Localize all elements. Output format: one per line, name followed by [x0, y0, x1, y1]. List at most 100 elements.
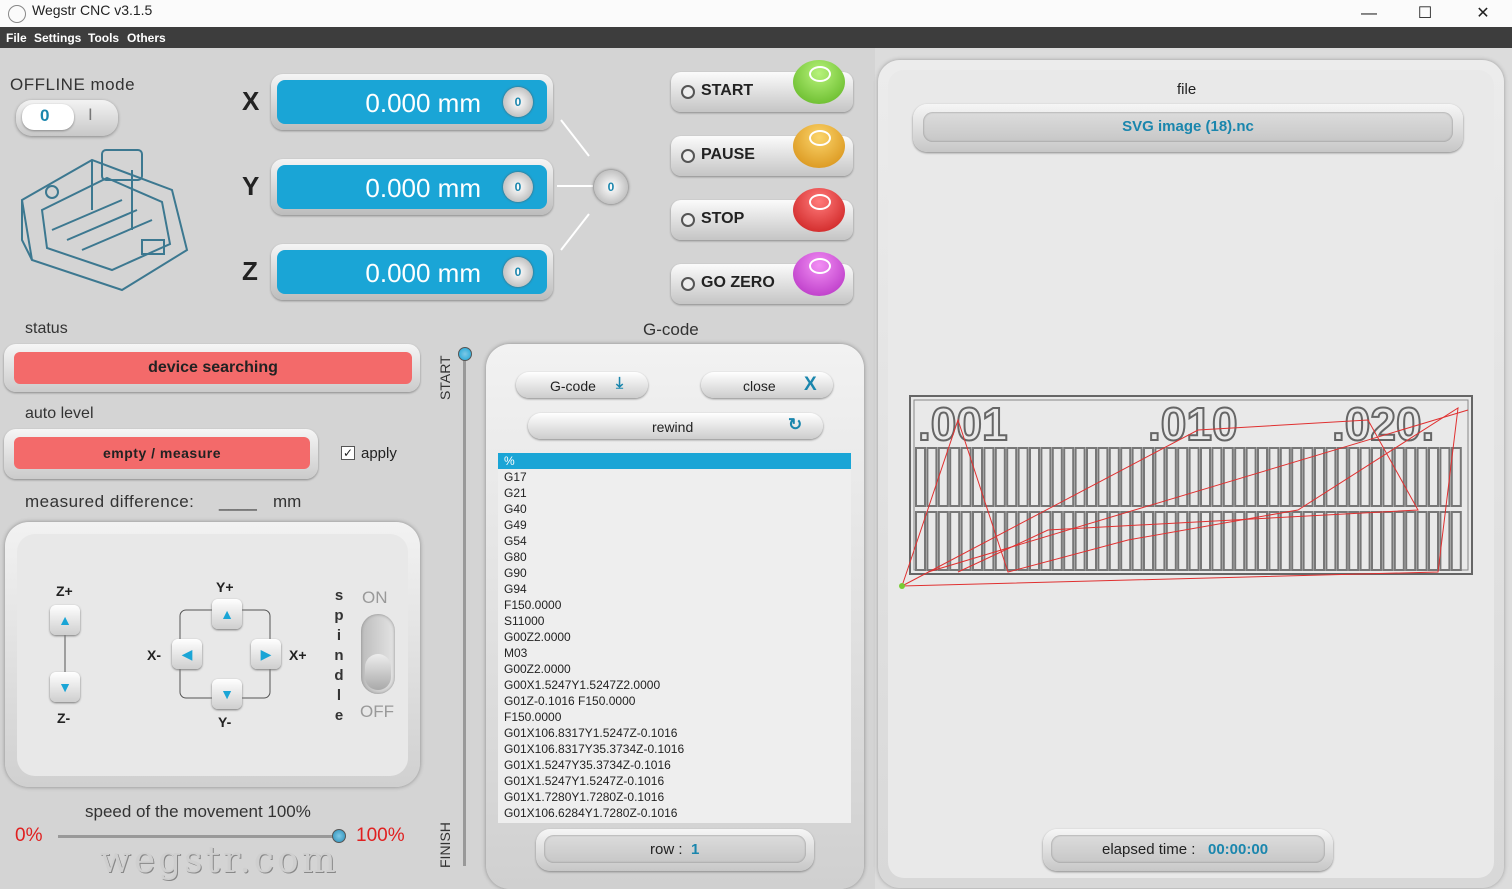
- go-zero-button[interactable]: GO ZERO: [671, 252, 853, 304]
- progress-start-container: START: [437, 348, 453, 408]
- progress-track: [463, 356, 466, 866]
- gcode-line[interactable]: G01X106.8317Y35.3734Z-0.1016: [498, 741, 851, 757]
- preview-key: [1371, 511, 1382, 571]
- start-radio: [681, 85, 695, 99]
- start-button[interactable]: START: [671, 60, 853, 112]
- gcode-line[interactable]: F150.0000: [498, 709, 851, 725]
- gcode-line[interactable]: G01X1.5247Y1.5247Z-0.1016: [498, 773, 851, 789]
- gcode-line[interactable]: G01X1.7280Y1.7280Z-0.1016: [498, 789, 851, 805]
- gcode-line[interactable]: G00X1.5247Y1.5247Z2.0000: [498, 677, 851, 693]
- gcode-line[interactable]: M03: [498, 645, 851, 661]
- z-zero-button[interactable]: 0: [503, 257, 533, 287]
- spindle-toggle[interactable]: [361, 614, 395, 694]
- preview-key: [1291, 447, 1303, 507]
- preview-key: [1029, 447, 1040, 507]
- preview-key: [1063, 447, 1075, 507]
- status-value: device searching: [14, 352, 412, 384]
- gcode-line[interactable]: G00Z2.0000: [498, 629, 851, 645]
- menu-settings[interactable]: Settings: [34, 31, 81, 45]
- gcode-line[interactable]: G90: [498, 565, 851, 581]
- gcode-line[interactable]: G00Z2.0000: [498, 661, 851, 677]
- gcode-line[interactable]: G21: [498, 485, 851, 501]
- gcode-line[interactable]: %: [498, 453, 851, 469]
- gcode-line[interactable]: G49: [498, 517, 851, 533]
- menu-others[interactable]: Others: [127, 31, 166, 45]
- spindle-letter: p: [334, 607, 344, 624]
- minimize-button[interactable]: —: [1346, 0, 1392, 27]
- row-indicator-frame: row : 1: [536, 829, 814, 871]
- stop-button[interactable]: STOP: [671, 188, 853, 240]
- preview-key: [915, 447, 926, 507]
- gcode-line[interactable]: G01X106.8317Y1.5247Z-0.1016: [498, 725, 851, 741]
- x-plus-button[interactable]: ▶: [251, 639, 281, 669]
- title-bar: [0, 0, 1512, 27]
- progress-knob[interactable]: [458, 347, 472, 361]
- progress-start-label: START: [437, 355, 453, 400]
- pause-button[interactable]: PAUSE: [671, 124, 853, 176]
- preview-key: [1143, 511, 1154, 571]
- x-coordinate-display: 0.000 mm 0: [277, 80, 547, 124]
- preview-key: [1382, 511, 1394, 571]
- y-minus-button[interactable]: ▼: [212, 679, 242, 709]
- gcode-load-button[interactable]: G-code ⤓: [516, 372, 648, 398]
- speed-slider-track[interactable]: [58, 835, 338, 838]
- gcode-line[interactable]: G40: [498, 501, 851, 517]
- download-icon: ⤓: [616, 375, 624, 392]
- gcode-list[interactable]: % G17 G21 G40 G49 G54 G80 G90 G94 F150.0000 S11000…: [498, 453, 851, 823]
- preview-key: [1154, 447, 1166, 507]
- cnc-machine-illustration: [20, 149, 189, 292]
- gcode-line[interactable]: G94: [498, 581, 851, 597]
- preview-key: [1108, 511, 1120, 571]
- preview-key: [1017, 447, 1029, 507]
- menu-tools[interactable]: Tools: [88, 31, 119, 45]
- preview-key: [1040, 447, 1052, 507]
- preview-key: [937, 511, 949, 571]
- preview-key: [1359, 447, 1371, 507]
- y-minus-label: Y-: [218, 714, 232, 730]
- app-logo-icon: [8, 5, 26, 23]
- preview-key: [1006, 447, 1018, 507]
- preview-key: [1279, 511, 1291, 571]
- close-x-icon: X: [804, 374, 817, 395]
- menu-file[interactable]: File: [6, 31, 27, 45]
- z-minus-button[interactable]: ▼: [50, 672, 80, 702]
- toolpath-preview: .001 .010 .020.: [899, 395, 1473, 589]
- preview-key: [1416, 447, 1428, 507]
- y-plus-button[interactable]: ▲: [212, 599, 242, 629]
- preview-key: [1188, 511, 1200, 571]
- y-coordinate-frame: 0.000 mm 0: [271, 159, 553, 215]
- preview-key: [1200, 511, 1211, 571]
- target-icon: [793, 252, 845, 296]
- x-zero-button[interactable]: 0: [503, 87, 533, 117]
- apply-checkbox[interactable]: ✓: [341, 446, 355, 460]
- gcode-close-button[interactable]: close X: [701, 372, 833, 398]
- gcode-line[interactable]: S11000: [498, 613, 851, 629]
- y-zero-button[interactable]: 0: [503, 172, 533, 202]
- measured-difference-label: measured difference:: [25, 492, 195, 511]
- x-minus-button[interactable]: ◀: [172, 639, 202, 669]
- empty-measure-button[interactable]: empty / measure: [14, 437, 310, 469]
- preview-key: [1234, 447, 1246, 507]
- gcode-line[interactable]: F150.0000: [498, 597, 851, 613]
- preview-key: [949, 447, 961, 507]
- gcode-line[interactable]: G17: [498, 469, 851, 485]
- gcode-line[interactable]: G80: [498, 549, 851, 565]
- zero-all-button[interactable]: 0: [594, 170, 628, 204]
- gcode-line[interactable]: G01X1.5247Y35.3734Z-0.1016: [498, 757, 851, 773]
- z-plus-button[interactable]: ▲: [50, 605, 80, 635]
- gcode-line[interactable]: G54: [498, 533, 851, 549]
- rewind-button[interactable]: rewind ↻: [528, 413, 823, 439]
- preview-key: [1336, 511, 1348, 571]
- maximize-button[interactable]: ☐: [1402, 0, 1448, 27]
- preview-key: [1348, 511, 1360, 571]
- x-coordinate-value: 0.000 mm: [365, 88, 481, 118]
- mode-label: OFFLINE mode: [10, 75, 136, 94]
- preview-key: [1177, 447, 1189, 507]
- origin-marker: [899, 583, 905, 589]
- close-window-button[interactable]: ✕: [1460, 0, 1506, 27]
- gcode-line[interactable]: G01X106.6284Y1.7280Z-0.1016: [498, 805, 851, 821]
- preview-key: [1131, 447, 1143, 507]
- spindle-on-label: ON: [362, 588, 388, 607]
- gcode-line[interactable]: G01Z-0.1016 F150.0000: [498, 693, 851, 709]
- mode-toggle[interactable]: 0 I: [16, 100, 118, 136]
